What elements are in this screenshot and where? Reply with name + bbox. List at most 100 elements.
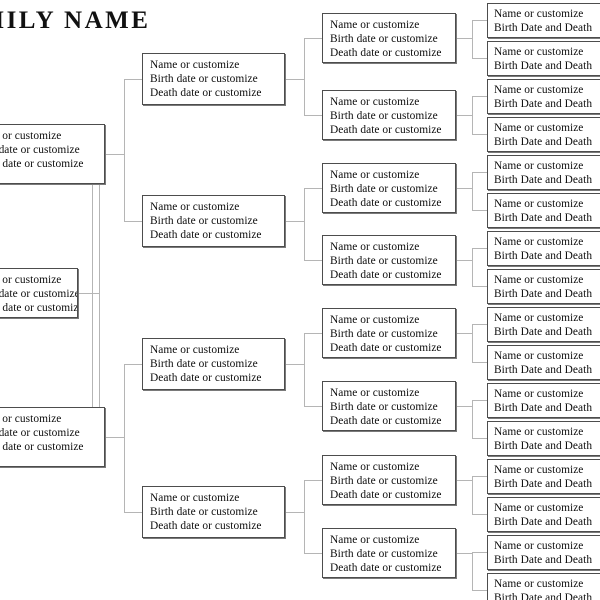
person-box-gen4-11[interactable]: Name or customize Birth Date and Death bbox=[487, 421, 600, 456]
person-name: Name or customize bbox=[330, 96, 420, 108]
connector-line-horizontal bbox=[303, 38, 322, 39]
person-birth-death: Birth Date and Death bbox=[494, 136, 593, 149]
person-birth-death: Birth Date and Death bbox=[494, 212, 593, 225]
person-box-gen2-2[interactable]: Name or customize Birth date or customiz… bbox=[142, 338, 285, 390]
person-box-gen3-3[interactable]: Name or customize Birth date or customiz… bbox=[322, 235, 456, 285]
connector-line-horizontal bbox=[105, 154, 124, 155]
connector-line-horizontal bbox=[123, 364, 142, 365]
connector-line-horizontal bbox=[303, 553, 322, 554]
connector-line-vertical bbox=[471, 476, 473, 514]
connector-line-horizontal bbox=[285, 364, 304, 365]
person-box-gen4-3[interactable]: Name or customize Birth Date and Death bbox=[487, 117, 600, 152]
connector-line-vertical bbox=[123, 79, 125, 221]
connector-line-horizontal bbox=[471, 248, 487, 249]
person-name: Name or customize bbox=[494, 274, 584, 286]
person-box-gen4-7[interactable]: Name or customize Birth Date and Death bbox=[487, 269, 600, 304]
person-birth: Birth date or customize bbox=[150, 215, 258, 228]
person-birth-death: Birth Date and Death bbox=[494, 98, 593, 111]
person-box-gen2-1[interactable]: Name or customize Birth date or customiz… bbox=[142, 195, 285, 247]
person-box-gen2-0[interactable]: Name or customize Birth date or customiz… bbox=[142, 53, 285, 105]
connector-line-horizontal bbox=[285, 79, 304, 80]
person-death: Death date or customize bbox=[330, 269, 442, 282]
connector-line-vertical bbox=[123, 364, 125, 512]
person-birth: Birth date or customize bbox=[330, 401, 438, 414]
connector-line-vertical bbox=[471, 248, 473, 286]
connector-line-horizontal bbox=[471, 210, 487, 211]
connector-root-spine bbox=[99, 154, 100, 438]
person-birth-death: Birth Date and Death bbox=[494, 250, 593, 263]
person-box-gen4-6[interactable]: Name or customize Birth Date and Death bbox=[487, 231, 600, 266]
person-name: Name or customize bbox=[330, 387, 420, 399]
person-box-gen4-8[interactable]: Name or customize Birth Date and Death bbox=[487, 307, 600, 342]
person-birth: Birth date or customize bbox=[0, 288, 78, 301]
person-box-gen1-1[interactable]: Name or customize Birth date or customiz… bbox=[0, 407, 105, 467]
person-name: Name or customize bbox=[494, 350, 584, 362]
person-death: Death date or customize bbox=[0, 441, 84, 454]
person-name: Name or customize bbox=[494, 388, 584, 400]
connector-line-horizontal bbox=[456, 38, 472, 39]
connector-line-vertical bbox=[303, 333, 305, 406]
page-title: FAMILY NAME bbox=[0, 7, 151, 34]
person-box-gen4-1[interactable]: Name or customize Birth Date and Death bbox=[487, 41, 600, 76]
person-box-gen4-15[interactable]: Name or customize Birth Date and Death bbox=[487, 573, 600, 600]
connector-line-horizontal bbox=[471, 552, 487, 553]
person-name: Name or customize bbox=[330, 534, 420, 546]
connector-line-horizontal bbox=[105, 437, 124, 438]
connector-line-horizontal bbox=[303, 333, 322, 334]
person-death: Death date or customize bbox=[330, 197, 442, 210]
connector-line-horizontal bbox=[471, 20, 487, 21]
person-box-gen4-4[interactable]: Name or customize Birth Date and Death bbox=[487, 155, 600, 190]
person-name: Name or customize bbox=[330, 169, 420, 181]
person-birth-death: Birth Date and Death bbox=[494, 174, 593, 187]
connector-line-horizontal bbox=[303, 260, 322, 261]
connector-line-horizontal bbox=[456, 260, 472, 261]
person-name: Name or customize bbox=[494, 236, 584, 248]
person-name: Name or customize bbox=[494, 502, 584, 514]
person-box-gen3-7[interactable]: Name or customize Birth date or customiz… bbox=[322, 528, 456, 578]
person-birth-death: Birth Date and Death bbox=[494, 516, 593, 529]
connector-line-horizontal bbox=[471, 438, 487, 439]
person-birth-death: Birth Date and Death bbox=[494, 440, 593, 453]
person-box-gen3-2[interactable]: Name or customize Birth date or customiz… bbox=[322, 163, 456, 213]
person-box-gen4-12[interactable]: Name or customize Birth Date and Death bbox=[487, 459, 600, 494]
connector-line-horizontal bbox=[303, 188, 322, 189]
person-box-gen3-4[interactable]: Name or customize Birth date or customiz… bbox=[322, 308, 456, 358]
person-box-gen4-5[interactable]: Name or customize Birth Date and Death bbox=[487, 193, 600, 228]
person-name: Name or customize bbox=[150, 201, 240, 213]
person-box-gen4-10[interactable]: Name or customize Birth Date and Death bbox=[487, 383, 600, 418]
person-box-gen3-5[interactable]: Name or customize Birth date or customiz… bbox=[322, 381, 456, 431]
person-box-gen3-1[interactable]: Name or customize Birth date or customiz… bbox=[322, 90, 456, 140]
person-birth-death: Birth Date and Death bbox=[494, 554, 593, 567]
person-name: Name or customize bbox=[494, 84, 584, 96]
person-box-gen4-2[interactable]: Name or customize Birth Date and Death bbox=[487, 79, 600, 114]
person-birth: Birth date or customize bbox=[330, 548, 438, 561]
person-name: Name or customize bbox=[0, 274, 62, 286]
person-death: Death date or customize bbox=[0, 158, 84, 171]
person-death: Death date or customize bbox=[150, 520, 262, 533]
person-death: Death date or customize bbox=[150, 372, 262, 385]
connector-line-horizontal bbox=[303, 406, 322, 407]
person-box-gen3-6[interactable]: Name or customize Birth date or customiz… bbox=[322, 455, 456, 505]
connector-line-horizontal bbox=[471, 96, 487, 97]
person-name: Name or customize bbox=[0, 413, 62, 425]
person-birth-death: Birth Date and Death bbox=[494, 478, 593, 491]
person-name: Name or customize bbox=[494, 46, 584, 58]
connector-line-horizontal bbox=[456, 333, 472, 334]
person-box-gen2-3[interactable]: Name or customize Birth date or customiz… bbox=[142, 486, 285, 538]
person-box-gen3-0[interactable]: Name or customize Birth date or customiz… bbox=[322, 13, 456, 63]
person-box-gen4-0[interactable]: Name or customize Birth Date and Death bbox=[487, 3, 600, 38]
person-name: Name or customize bbox=[494, 8, 584, 20]
person-box-gen4-13[interactable]: Name or customize Birth Date and Death bbox=[487, 497, 600, 532]
person-birth: Birth date or customize bbox=[330, 110, 438, 123]
connector-line-horizontal bbox=[471, 514, 487, 515]
connector-line-vertical bbox=[471, 172, 473, 210]
person-box-gen4-9[interactable]: Name or customize Birth Date and Death bbox=[487, 345, 600, 380]
person-name: Name or customize bbox=[494, 578, 584, 590]
person-birth: Birth date or customize bbox=[330, 475, 438, 488]
person-box-root[interactable]: Name or customize Birth date or customiz… bbox=[0, 268, 78, 318]
person-box-gen1-0[interactable]: Name or customize Birth date or customiz… bbox=[0, 124, 105, 184]
person-birth: Birth date or customize bbox=[330, 33, 438, 46]
connector-line-horizontal bbox=[285, 512, 304, 513]
person-box-gen4-14[interactable]: Name or customize Birth Date and Death bbox=[487, 535, 600, 570]
person-death: Death date or customize bbox=[150, 87, 262, 100]
